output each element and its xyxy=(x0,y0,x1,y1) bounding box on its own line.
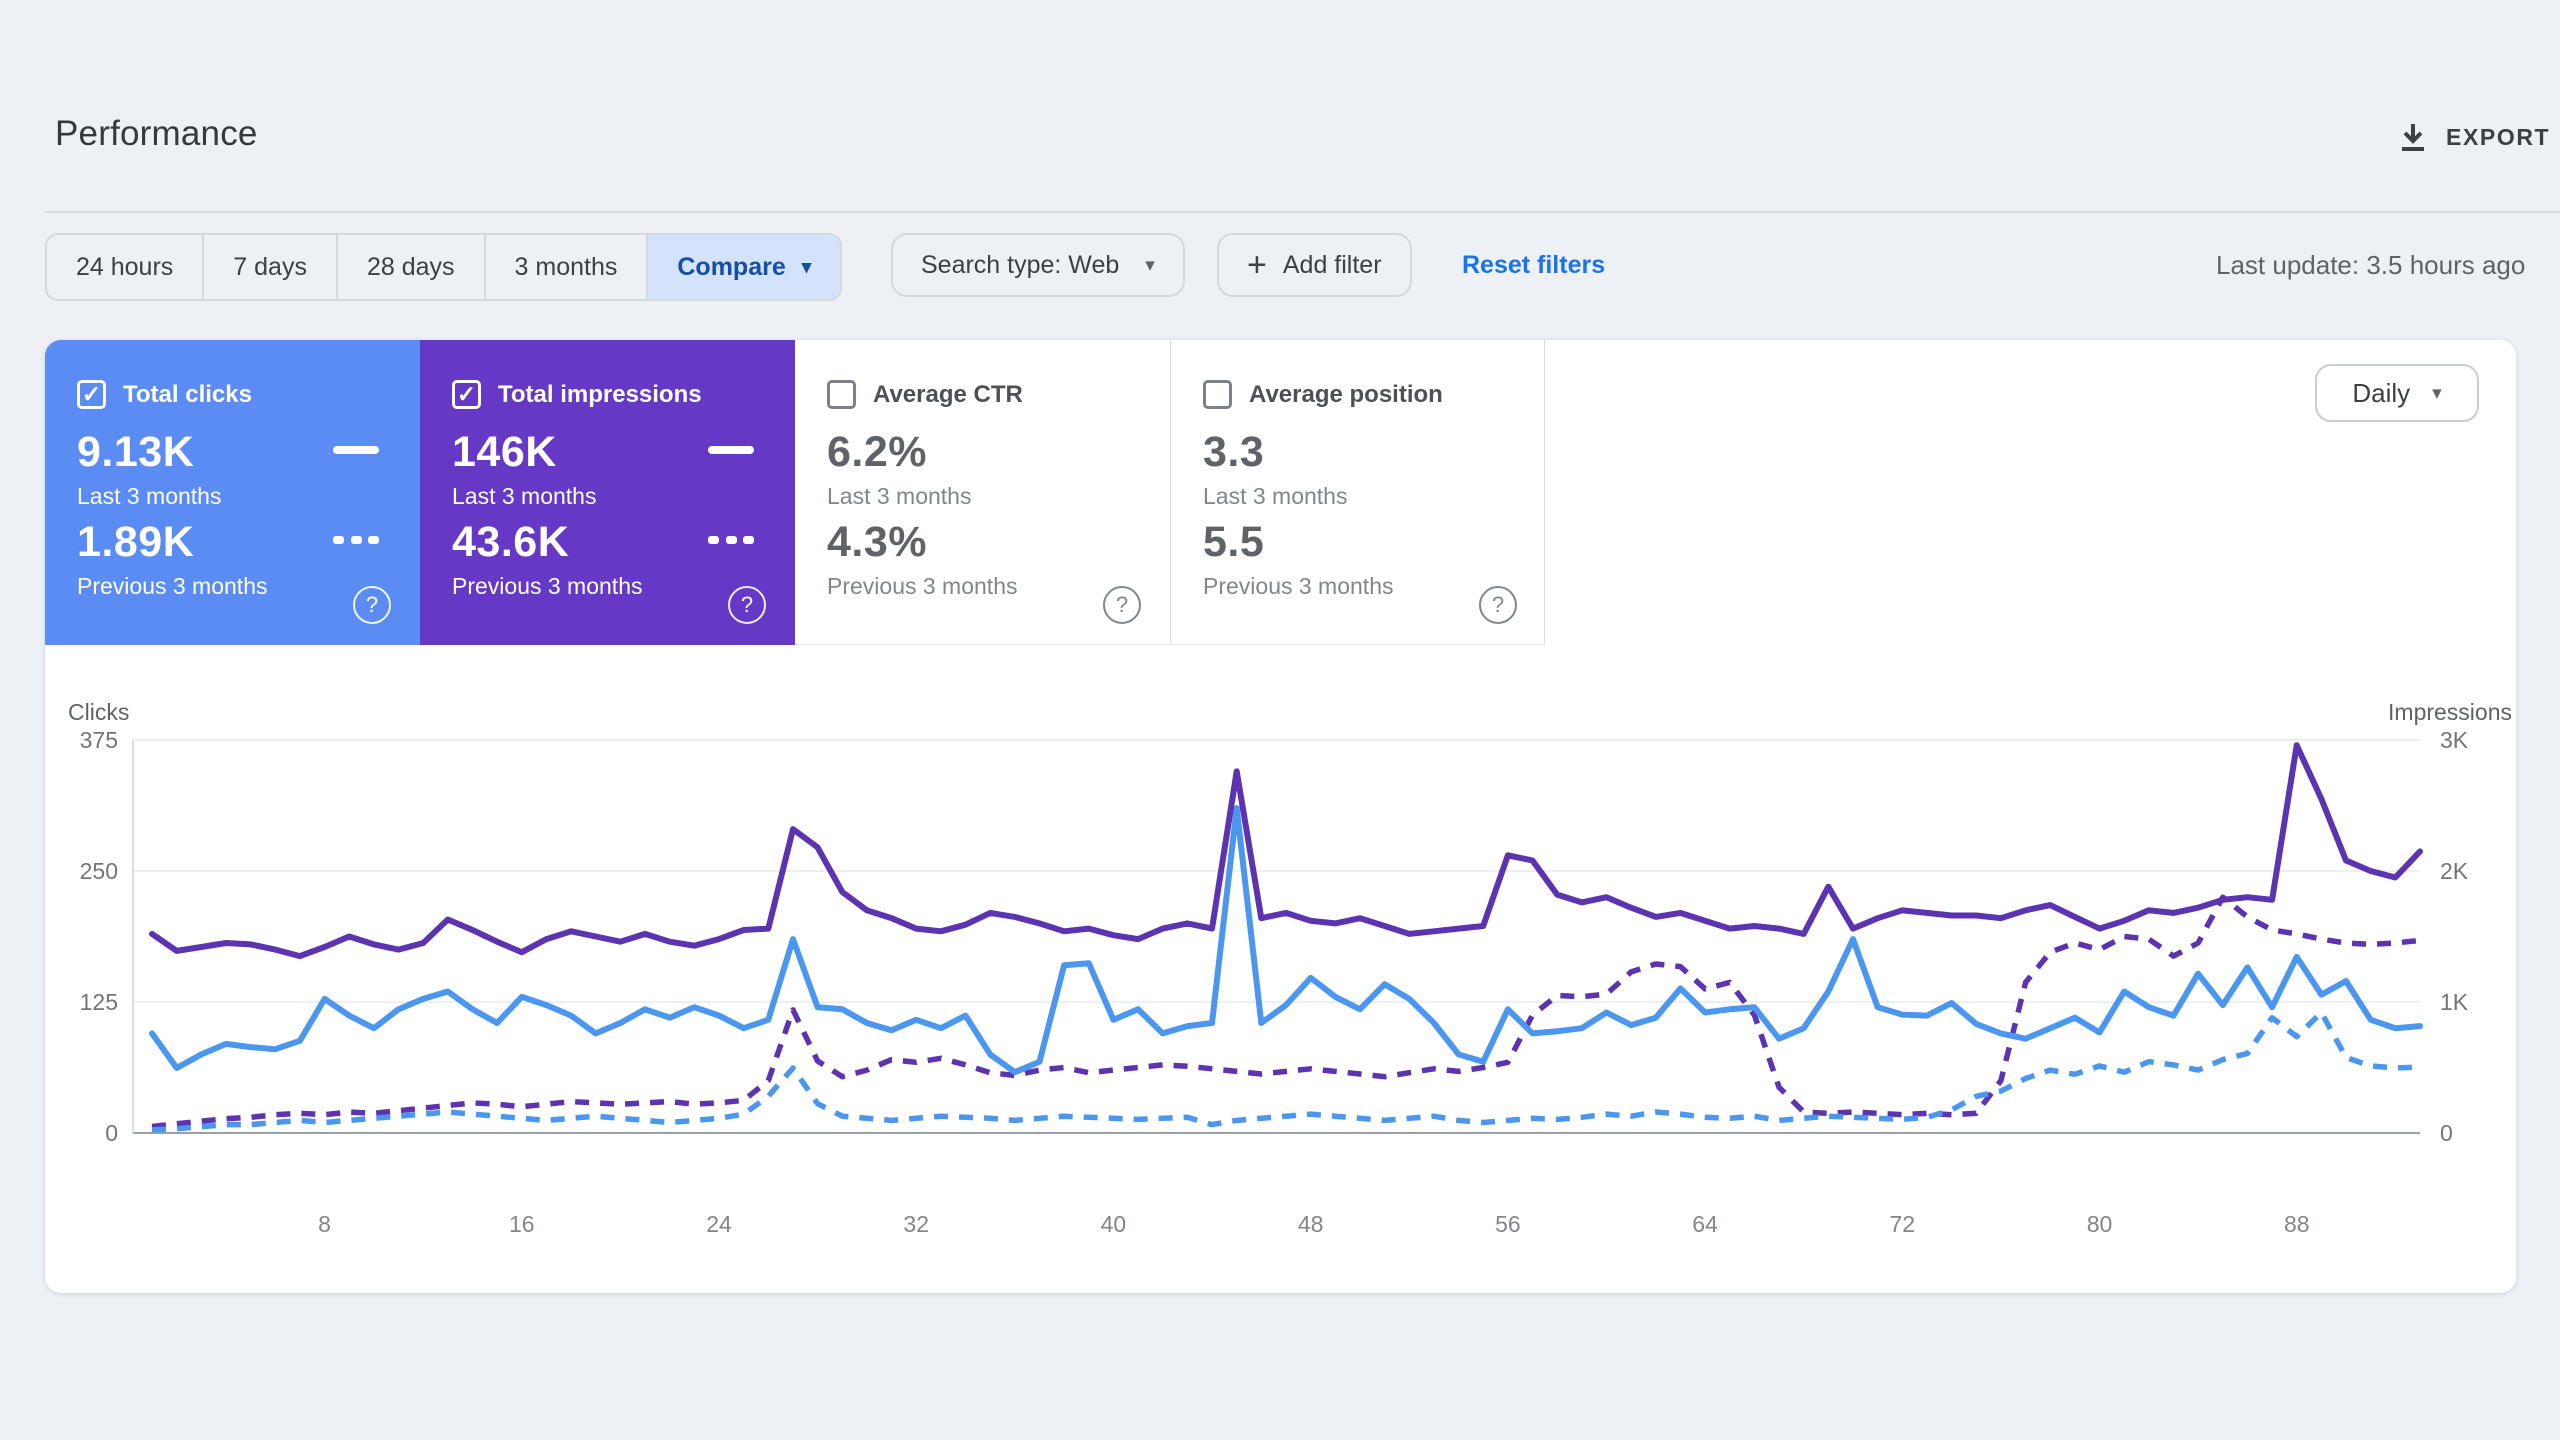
checkbox-unchecked-icon[interactable] xyxy=(827,380,856,409)
metric-value-secondary: 5.5 xyxy=(1203,518,1265,566)
help-icon[interactable]: ? xyxy=(728,586,766,624)
metric-label-secondary: Previous 3 months xyxy=(452,573,643,599)
tab-3-months[interactable]: 3 months xyxy=(483,235,647,299)
granularity-label: Daily xyxy=(2352,377,2411,408)
performance-panel: ✓ Total clicks 9.13K Last 3 months 1.89K… xyxy=(45,340,2516,1293)
legend-solid-mark xyxy=(708,446,754,454)
metric-label-secondary: Previous 3 months xyxy=(1203,573,1394,599)
export-button[interactable]: EXPORT xyxy=(2396,120,2550,154)
checkbox-unchecked-icon[interactable] xyxy=(1203,380,1232,409)
metric-value-secondary: 43.6K xyxy=(452,518,570,566)
legend-solid-mark xyxy=(333,446,379,454)
metric-card-title: Total clicks xyxy=(123,380,252,408)
metric-value-primary: 146K xyxy=(452,428,557,476)
metric-value-secondary: 4.3% xyxy=(827,518,928,566)
metric-value-primary: 6.2% xyxy=(827,428,928,476)
export-label: EXPORT xyxy=(2446,123,2551,150)
metric-value-secondary: 1.89K xyxy=(77,518,195,566)
metric-card-title: Total impressions xyxy=(498,380,702,408)
metric-card-average-position[interactable]: Average position 3.3 Last 3 months 5.5 P… xyxy=(1170,340,1545,645)
search-type-label: Search type: Web xyxy=(921,250,1120,279)
header-divider xyxy=(45,211,2560,213)
caret-down-icon: ▾ xyxy=(1145,254,1155,276)
tab-7-days[interactable]: 7 days xyxy=(202,235,336,299)
help-icon[interactable]: ? xyxy=(1479,586,1517,624)
legend-dashed-mark xyxy=(333,536,379,544)
metric-value-primary: 9.13K xyxy=(77,428,195,476)
metric-card-title: Average position xyxy=(1249,380,1443,408)
add-filter-label: Add filter xyxy=(1282,250,1382,279)
checkbox-checked-icon[interactable]: ✓ xyxy=(77,380,106,409)
tab-28-days[interactable]: 28 days xyxy=(335,235,484,299)
metric-card-total-impressions[interactable]: ✓ Total impressions 146K Last 3 months 4… xyxy=(420,340,795,645)
search-type-dropdown[interactable]: Search type: Web ▾ xyxy=(891,233,1185,297)
metric-label-secondary: Previous 3 months xyxy=(827,573,1018,599)
metric-label-primary: Last 3 months xyxy=(77,483,222,509)
metric-card-title: Average CTR xyxy=(873,380,1023,408)
metric-card-average-ctr[interactable]: Average CTR 6.2% Last 3 months 4.3% Prev… xyxy=(795,340,1170,645)
metric-label-primary: Last 3 months xyxy=(452,483,597,509)
help-icon[interactable]: ? xyxy=(1103,586,1141,624)
legend-dashed-mark xyxy=(708,536,754,544)
metric-value-primary: 3.3 xyxy=(1203,428,1265,476)
page-title: Performance xyxy=(55,114,258,153)
tab-24-hours[interactable]: 24 hours xyxy=(47,235,202,299)
date-range-tabs: 24 hours 7 days 28 days 3 months Compare… xyxy=(45,233,843,301)
metric-label-secondary: Previous 3 months xyxy=(77,573,268,599)
metric-card-total-clicks[interactable]: ✓ Total clicks 9.13K Last 3 months 1.89K… xyxy=(45,340,420,645)
download-icon xyxy=(2396,120,2430,154)
last-update-text: Last update: 3.5 hours ago xyxy=(2216,249,2526,280)
add-filter-button[interactable]: + Add filter xyxy=(1217,233,1412,297)
caret-down-icon: ▾ xyxy=(2432,382,2442,404)
metric-label-primary: Last 3 months xyxy=(1203,483,1348,509)
help-icon[interactable]: ? xyxy=(353,586,391,624)
checkbox-checked-icon[interactable]: ✓ xyxy=(452,380,481,409)
tab-compare-label: Compare xyxy=(677,252,786,281)
metric-label-primary: Last 3 months xyxy=(827,483,972,509)
caret-down-icon: ▾ xyxy=(801,256,812,278)
reset-filters-link[interactable]: Reset filters xyxy=(1462,233,1605,297)
plus-icon: + xyxy=(1247,246,1267,284)
tab-compare[interactable]: Compare ▾ xyxy=(646,235,841,299)
granularity-dropdown[interactable]: Daily ▾ xyxy=(2315,364,2479,422)
